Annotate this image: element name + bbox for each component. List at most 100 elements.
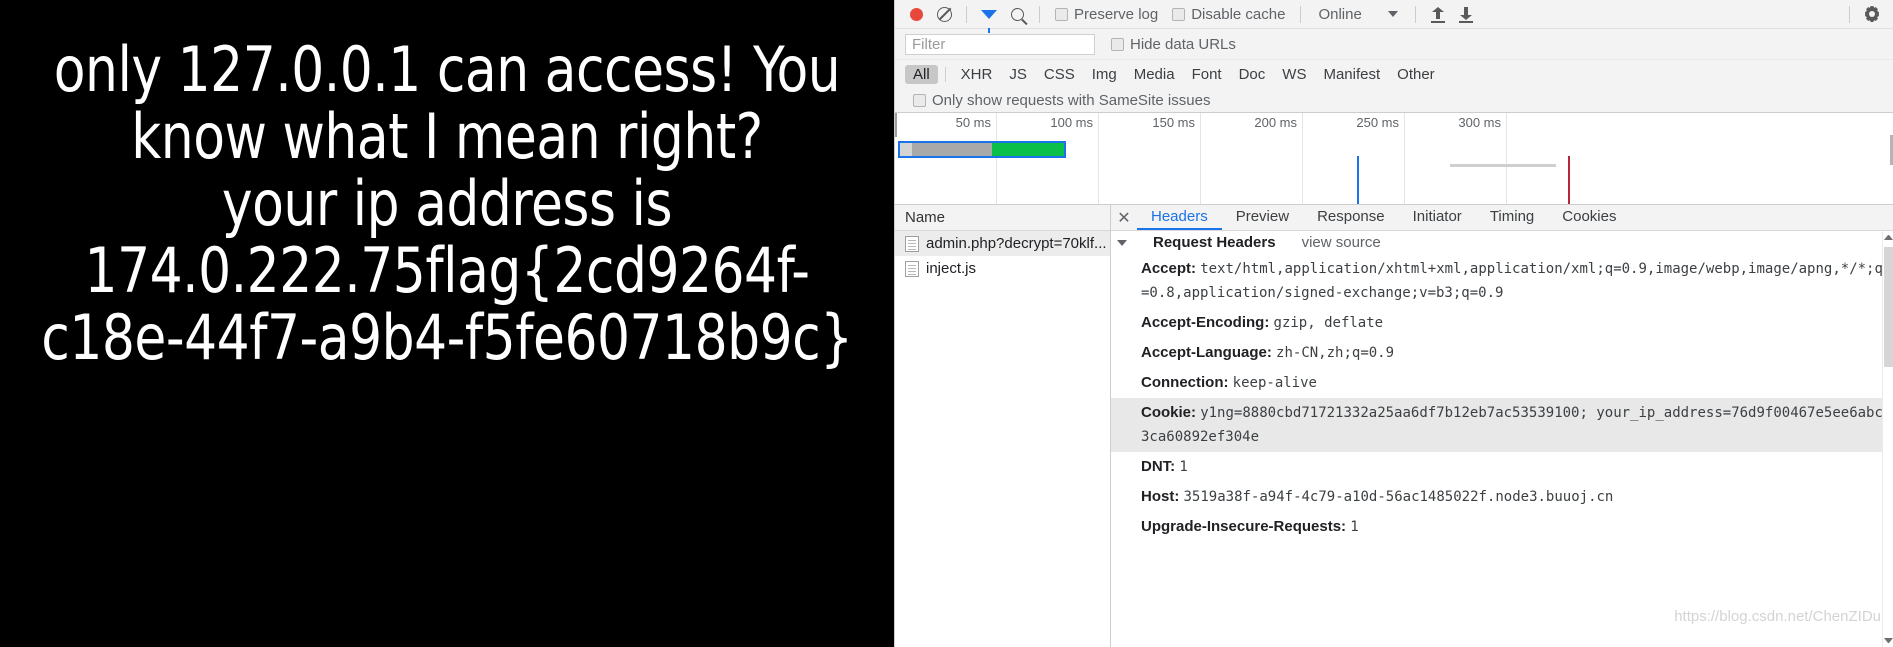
toolbar-divider	[1414, 5, 1416, 23]
samesite-filter-row: Only show requests with SameSite issues	[895, 88, 1893, 113]
type-chip-css[interactable]: CSS	[1036, 65, 1083, 84]
type-chip-manifest[interactable]: Manifest	[1315, 65, 1388, 84]
header-row-accept-language: Accept-Language: zh-CN,zh;q=0.9	[1111, 338, 1893, 368]
hide-data-urls-checkbox[interactable]: Hide data URLs	[1111, 36, 1236, 53]
throttling-dropdown[interactable]: Online	[1318, 6, 1398, 23]
header-name: Upgrade-Insecure-Requests:	[1141, 518, 1347, 535]
type-chip-doc[interactable]: Doc	[1231, 65, 1274, 84]
filter-toggle-button[interactable]	[976, 2, 1002, 33]
scroll-down-icon[interactable]	[1884, 638, 1893, 643]
header-row-accept: Accept: text/html,application/xhtml+xml,…	[1111, 254, 1893, 308]
headers-detail-body: Request Headers view source Accept: text…	[1111, 231, 1893, 647]
devtools-network-panel: Preserve log Disable cache Online H	[894, 0, 1893, 647]
request-list-column-header[interactable]: Name	[895, 205, 1110, 231]
view-source-link[interactable]: view source	[1302, 234, 1381, 251]
header-name: Accept:	[1141, 260, 1197, 277]
export-har-button[interactable]	[1453, 2, 1479, 26]
browser-page-content: only 127.0.0.1 can access! You know what…	[0, 0, 894, 647]
script-icon	[905, 260, 919, 277]
dom-content-loaded-marker	[1357, 156, 1359, 204]
request-name: inject.js	[926, 260, 977, 277]
header-row-dnt: DNT: 1	[1111, 452, 1893, 482]
search-button[interactable]	[1004, 2, 1030, 26]
overview-tick-200ms: 200 ms	[1201, 113, 1303, 204]
header-value: y1ng=8880cbd71721332a25aa6df7b12eb7ac535…	[1141, 405, 1883, 445]
page-message-text: only 127.0.0.1 can access! You know what…	[41, 33, 853, 374]
network-overview-timeline[interactable]: 50 ms 100 ms 150 ms 200 ms 250 ms 300 ms	[895, 113, 1893, 205]
samesite-issues-checkbox[interactable]: Only show requests with SameSite issues	[913, 92, 1210, 109]
overview-tick-100ms: 100 ms	[997, 113, 1099, 204]
type-chip-other[interactable]: Other	[1389, 65, 1443, 84]
record-icon	[909, 7, 923, 21]
preserve-log-label: Preserve log	[1074, 5, 1159, 23]
close-icon[interactable]: ✕	[1111, 205, 1137, 230]
chevron-down-icon	[1117, 239, 1127, 246]
hide-data-urls-label: Hide data URLs	[1130, 35, 1236, 53]
overview-request-band	[898, 141, 1066, 158]
checkbox-box	[1111, 37, 1124, 51]
search-icon	[1010, 7, 1024, 21]
header-row-cookie: Cookie: y1ng=8880cbd71721332a25aa6df7b12…	[1111, 398, 1893, 452]
header-value: zh-CN,zh;q=0.9	[1276, 345, 1395, 361]
resource-type-filters: All XHR JS CSS Img Media Font Doc WS Man…	[895, 60, 1893, 88]
overview-tick-300ms: 300 ms	[1405, 113, 1507, 204]
tab-cookies[interactable]: Cookies	[1548, 205, 1630, 230]
request-headers-section[interactable]: Request Headers view source	[1111, 231, 1893, 254]
section-title: Request Headers	[1153, 234, 1276, 251]
scroll-up-icon[interactable]	[1884, 235, 1893, 240]
clear-icon	[936, 6, 952, 22]
samesite-issues-label: Only show requests with SameSite issues	[932, 91, 1211, 109]
header-name: Cookie:	[1141, 404, 1197, 421]
toolbar-divider	[1300, 5, 1302, 23]
table-row[interactable]: inject.js	[895, 256, 1110, 281]
type-chip-media[interactable]: Media	[1126, 65, 1183, 84]
header-name: Connection:	[1141, 374, 1229, 391]
preserve-log-checkbox[interactable]: Preserve log	[1055, 6, 1158, 23]
header-row-accept-encoding: Accept-Encoding: gzip, deflate	[1111, 308, 1893, 338]
chevron-down-icon	[1387, 11, 1398, 17]
tab-headers[interactable]: Headers	[1137, 205, 1222, 230]
overview-tick-250ms: 250 ms	[1303, 113, 1405, 204]
header-name: Accept-Language:	[1141, 344, 1272, 361]
tab-response[interactable]: Response	[1303, 205, 1399, 230]
overview-tick-150ms: 150 ms	[1099, 113, 1201, 204]
detail-scrollbar[interactable]	[1882, 231, 1893, 647]
header-name: Host:	[1141, 488, 1180, 505]
band-download-segment	[992, 143, 1064, 156]
header-value: 1	[1179, 459, 1188, 475]
toolbar-divider	[1039, 5, 1040, 23]
disable-cache-checkbox[interactable]: Disable cache	[1172, 6, 1285, 23]
gear-icon	[1864, 6, 1880, 22]
band-wait-segment	[912, 143, 992, 156]
type-chip-ws[interactable]: WS	[1274, 65, 1314, 84]
clear-button[interactable]	[931, 2, 957, 26]
network-toolbar: Preserve log Disable cache Online	[895, 0, 1893, 33]
record-button[interactable]	[903, 2, 929, 26]
type-chip-font[interactable]: Font	[1184, 65, 1230, 84]
filter-icon	[981, 9, 997, 33]
watermark-text: https://blog.csdn.net/ChenZIDu	[1674, 608, 1881, 625]
settings-button[interactable]	[1859, 2, 1885, 26]
scrollbar-thumb[interactable]	[1884, 247, 1893, 367]
type-chip-all[interactable]: All	[905, 64, 938, 84]
type-chip-img[interactable]: Img	[1084, 65, 1125, 84]
table-row[interactable]: admin.php?decrypt=70klf...	[895, 231, 1110, 256]
chip-divider	[944, 66, 946, 82]
type-chip-xhr[interactable]: XHR	[953, 65, 1001, 84]
tab-timing[interactable]: Timing	[1476, 205, 1548, 230]
request-list-pane: Name admin.php?decrypt=70klf... inject.j…	[895, 205, 1111, 647]
header-value: gzip, deflate	[1273, 315, 1384, 331]
header-row-connection: Connection: keep-alive	[1111, 368, 1893, 398]
request-detail-pane: ✕ Headers Preview Response Initiator Tim…	[1111, 205, 1893, 647]
header-name: DNT:	[1141, 458, 1176, 475]
header-value: text/html,application/xhtml+xml,applicat…	[1141, 261, 1883, 301]
header-value: 3519a38f-a94f-4c79-a10d-56ac1485022f.nod…	[1183, 489, 1614, 505]
tab-initiator[interactable]: Initiator	[1399, 205, 1476, 230]
load-event-marker	[1568, 156, 1570, 204]
band-queue-segment	[900, 143, 912, 156]
overview-tick-50ms: 50 ms	[895, 113, 997, 204]
tab-preview[interactable]: Preview	[1222, 205, 1303, 230]
import-har-button[interactable]	[1425, 2, 1451, 26]
filter-input[interactable]	[905, 33, 1095, 55]
type-chip-js[interactable]: JS	[1001, 65, 1035, 84]
